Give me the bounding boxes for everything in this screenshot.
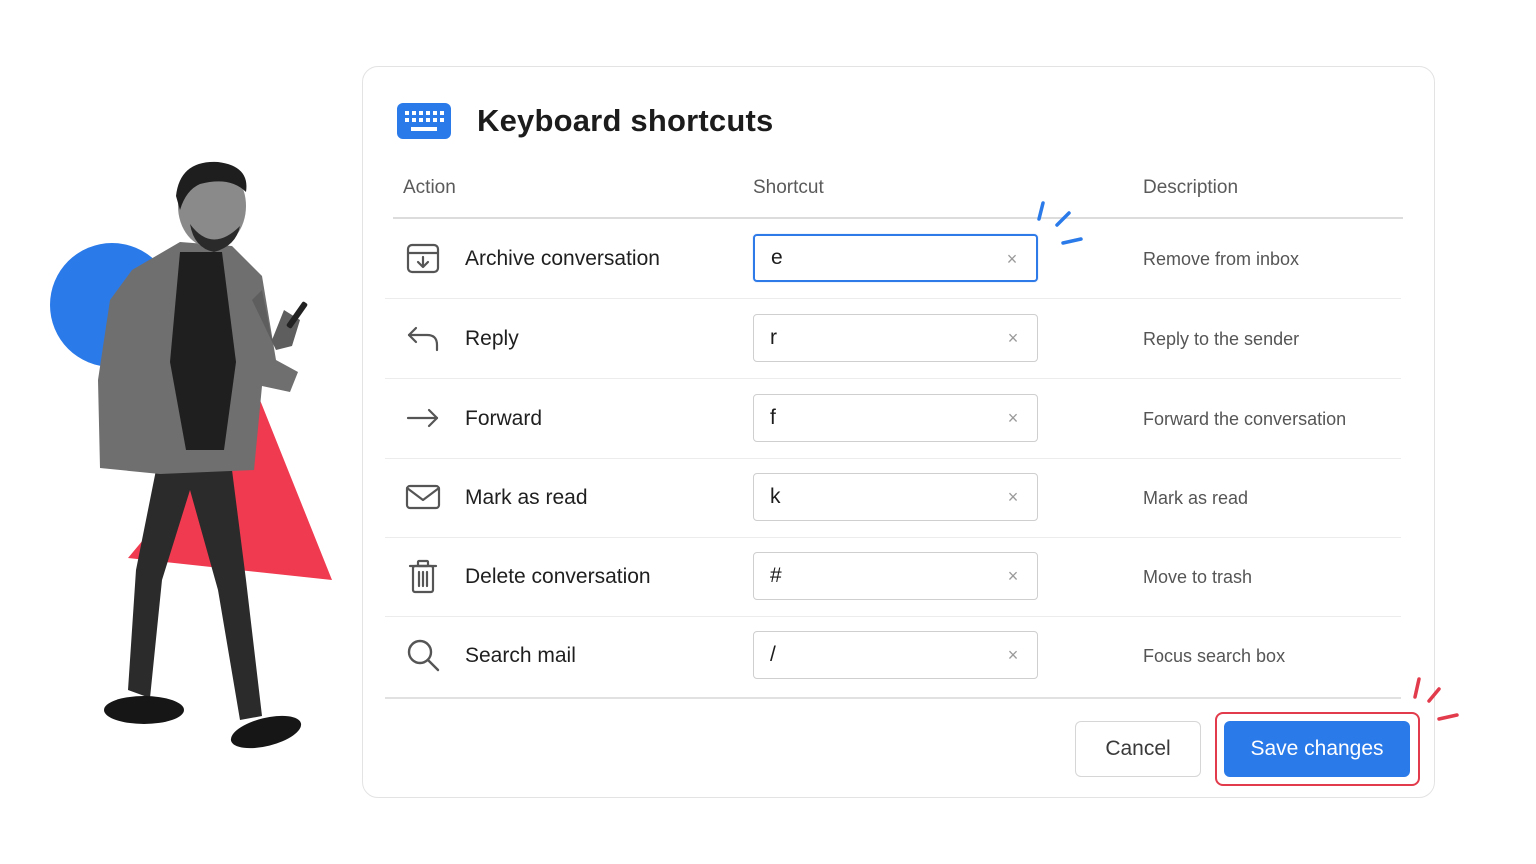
clear-icon[interactable]: ×: [1003, 408, 1023, 428]
focus-spark-marks: [1037, 201, 1083, 245]
left-shoe: [104, 696, 184, 724]
shortcut-field-reply[interactable]: ×: [753, 314, 1038, 362]
shortcut-field-mark-read[interactable]: ×: [753, 473, 1038, 521]
shortcut-input[interactable]: [770, 632, 990, 678]
description-text: Reply to the sender: [1143, 329, 1300, 349]
archive-icon: [406, 243, 440, 274]
keyboard-icon: [397, 103, 451, 139]
cancel-button[interactable]: Cancel: [1075, 721, 1201, 777]
shortcut-input[interactable]: [771, 236, 991, 280]
column-header-action: Action: [403, 177, 456, 198]
shortcut-field-search[interactable]: ×: [753, 631, 1038, 679]
shortcut-field-archive[interactable]: ×: [753, 234, 1038, 282]
action-label: Delete conversation: [465, 565, 651, 588]
shortcut-row-archive: Archive conversation × Remove from inbox: [385, 219, 1401, 299]
column-header-description: Description: [1143, 177, 1239, 198]
clear-icon[interactable]: ×: [1003, 566, 1023, 586]
clear-icon[interactable]: ×: [1003, 487, 1023, 507]
footer-divider: [385, 697, 1401, 699]
trash-icon: [408, 559, 438, 594]
shortcut-field-forward[interactable]: ×: [753, 394, 1038, 442]
shortcut-input[interactable]: [770, 553, 990, 599]
shortcut-input[interactable]: [770, 315, 990, 361]
save-spark-marks: [1413, 677, 1459, 721]
action-label: Search mail: [465, 644, 576, 667]
dialog-title: Keyboard shortcuts: [477, 103, 774, 138]
action-label: Mark as read: [465, 486, 588, 509]
person-illustration: [50, 161, 332, 749]
description-text: Focus search box: [1143, 646, 1286, 666]
description-text: Move to trash: [1143, 567, 1253, 587]
description-text: Mark as read: [1143, 488, 1249, 508]
shortcut-field-delete[interactable]: ×: [753, 552, 1038, 600]
save-changes-button[interactable]: Save changes: [1224, 721, 1410, 777]
mail-icon: [405, 484, 441, 510]
clear-icon[interactable]: ×: [1003, 328, 1023, 348]
shortcut-input[interactable]: [770, 474, 990, 520]
keyboard-shortcuts-dialog: Keyboard shortcuts Action Shortcut Descr…: [362, 66, 1459, 798]
shortcut-row-forward: Forward × Forward the conversation: [385, 379, 1401, 459]
forward-icon: [406, 408, 439, 428]
shortcut-row-reply: Reply × Reply to the sender: [385, 299, 1401, 379]
clear-icon[interactable]: ×: [1002, 249, 1022, 269]
description-text: Remove from inbox: [1143, 249, 1300, 269]
shortcut-row-search: Search mail × Focus search box: [385, 616, 1401, 696]
shortcut-row-mark-read: Mark as read × Mark as read: [385, 458, 1401, 538]
search-icon: [407, 639, 440, 672]
dialog-header: Keyboard shortcuts: [397, 103, 773, 139]
column-header-shortcut: Shortcut: [753, 177, 824, 198]
action-label: Archive conversation: [465, 247, 660, 270]
clear-icon[interactable]: ×: [1003, 645, 1023, 665]
shortcut-row-delete: Delete conversation × Move to trash: [385, 537, 1401, 617]
description-text: Forward the conversation: [1143, 409, 1347, 429]
shortcut-input[interactable]: [770, 395, 990, 441]
right-shoe: [230, 715, 302, 749]
action-label: Reply: [465, 327, 519, 350]
action-label: Forward: [465, 407, 543, 430]
reply-icon: [407, 326, 439, 352]
